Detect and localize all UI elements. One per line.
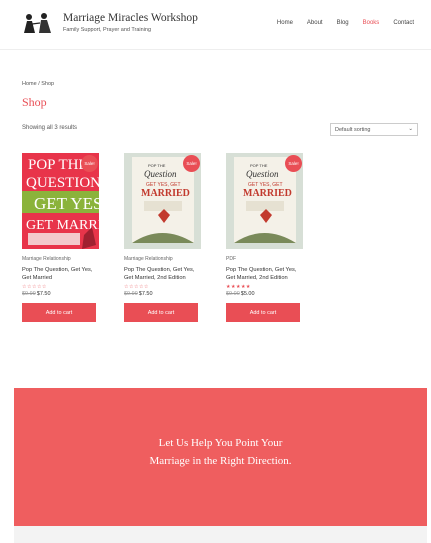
sort-select[interactable]: Default sorting ⌄ (330, 123, 418, 136)
star-rating: ☆☆☆☆☆ (22, 284, 47, 290)
sale-price: $5.00 (240, 291, 255, 297)
site-header: Marriage Miracles Workshop Family Suppor… (0, 0, 431, 50)
product-price: $9.99$7.50 (124, 291, 201, 297)
nav-contact[interactable]: Contact (393, 20, 414, 26)
old-price: $9.99 (22, 291, 36, 297)
product-card: POP THE Question GET YES, GET MARRIED Sa… (226, 153, 303, 322)
product-image[interactable]: POP THE Question GET YES, GET MARRIED Sa… (124, 153, 201, 249)
nav-home[interactable]: Home (277, 20, 293, 26)
svg-text:MARRIED: MARRIED (243, 188, 292, 199)
product-card: POP THE Question GET YES, GET MARRIED Sa… (124, 153, 201, 322)
sale-badge: Sale! (183, 155, 200, 172)
cta-banner: Let Us Help You Point Your Marriage in t… (14, 388, 427, 526)
add-to-cart-button[interactable]: Add to cart (22, 303, 96, 322)
logo-icon[interactable] (20, 11, 54, 35)
site-title[interactable]: Marriage Miracles Workshop (63, 12, 198, 24)
svg-text:MARRIED: MARRIED (141, 188, 190, 199)
product-category[interactable]: Marriage Relationship (124, 256, 201, 262)
product-image[interactable]: POP THE QUESTION, GET YES, GET MARRIED S… (22, 153, 99, 249)
svg-text:Question: Question (144, 169, 177, 179)
product-category[interactable]: Marriage Relationship (22, 256, 99, 262)
add-to-cart-button[interactable]: Add to cart (226, 303, 300, 322)
site-tagline: Family Support, Prayer and Training (63, 27, 152, 33)
result-count: Showing all 3 results (22, 125, 78, 131)
product-card: POP THE QUESTION, GET YES, GET MARRIED S… (22, 153, 99, 322)
sale-price: $7.50 (138, 291, 153, 297)
sale-badge: Sale! (81, 155, 98, 172)
star-rating: ★★★★★ (226, 284, 251, 290)
svg-text:POP THE: POP THE (28, 157, 88, 173)
product-image[interactable]: POP THE Question GET YES, GET MARRIED Sa… (226, 153, 303, 249)
product-title[interactable]: Pop The Question, Get Yes, Get Married (22, 266, 99, 282)
chevron-down-icon: ⌄ (408, 126, 413, 132)
old-price: $9.99 (124, 291, 138, 297)
svg-text:GET YES,: GET YES, (34, 194, 99, 213)
cta-heading: Let Us Help You Point Your Marriage in t… (14, 434, 427, 470)
old-price: $9.00 (226, 291, 240, 297)
product-category[interactable]: PDF (226, 256, 303, 262)
svg-text:POP THE: POP THE (148, 163, 166, 168)
svg-text:GET MARRIED: GET MARRIED (26, 218, 99, 233)
product-price: $9.99$7.50 (22, 291, 99, 297)
sale-badge: Sale! (285, 155, 302, 172)
svg-text:Question: Question (246, 169, 279, 179)
svg-text:POP THE: POP THE (250, 163, 268, 168)
add-to-cart-button[interactable]: Add to cart (124, 303, 198, 322)
nav-blog[interactable]: Blog (337, 20, 349, 26)
main-nav: Home About Blog Books Contact (277, 20, 414, 26)
product-title[interactable]: Pop The Question, Get Yes, Get Married, … (226, 266, 303, 282)
svg-text:QUESTION,: QUESTION, (26, 175, 99, 191)
page-title: Shop (22, 95, 47, 109)
star-rating: ☆☆☆☆☆ (124, 284, 149, 290)
footer-strip (14, 526, 427, 543)
sort-select-value: Default sorting (335, 127, 371, 133)
breadcrumb[interactable]: Home / Shop (22, 81, 54, 87)
nav-about[interactable]: About (307, 20, 323, 26)
cta-line-1: Let Us Help You Point Your (158, 437, 283, 449)
sale-price: $7.50 (36, 291, 51, 297)
cta-line-2: Marriage in the Right Direction. (149, 455, 292, 467)
product-title[interactable]: Pop The Question, Get Yes, Get Married, … (124, 266, 201, 282)
product-price: $9.00$5.00 (226, 291, 303, 297)
nav-books[interactable]: Books (363, 20, 380, 26)
